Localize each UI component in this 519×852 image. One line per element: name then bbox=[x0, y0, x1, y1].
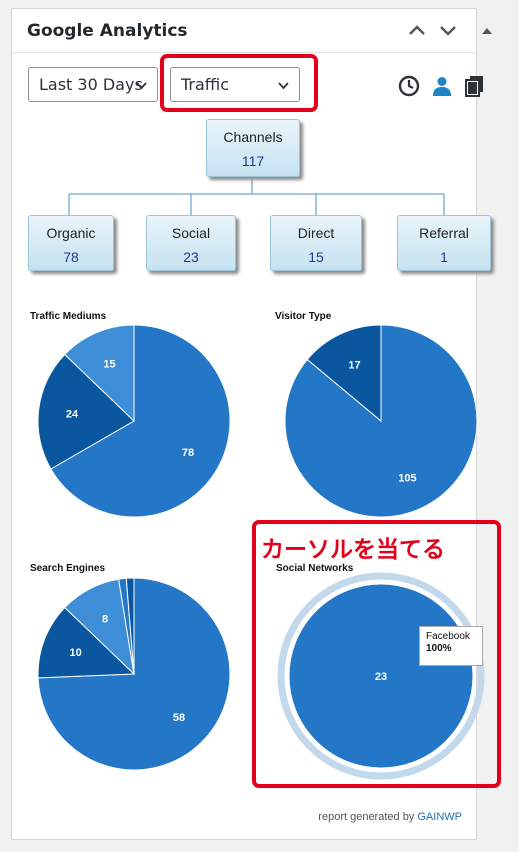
pie-data-label: 78 bbox=[182, 447, 194, 459]
footer-prefix: report generated by bbox=[318, 811, 418, 823]
pie-data-label: 105 bbox=[398, 473, 416, 485]
chart-title-search-engines: Search Engines bbox=[30, 563, 106, 574]
channel-node-direct[interactable]: Direct 15 bbox=[270, 215, 362, 271]
pie-chart-traffic-mediums[interactable]: 78 24 15 bbox=[34, 321, 234, 521]
channel-node-referral[interactable]: Referral 1 bbox=[397, 215, 491, 271]
triangle-up-icon[interactable] bbox=[476, 19, 498, 41]
pie-data-label: 24 bbox=[66, 408, 79, 420]
channel-node-label: Referral bbox=[419, 225, 469, 241]
report-footer: report generated by GAINWP bbox=[318, 811, 462, 823]
channel-node-label: Channels bbox=[223, 129, 283, 145]
pie-data-label: 17 bbox=[348, 359, 360, 371]
pie-chart-visitor-type[interactable]: 105 17 bbox=[281, 321, 481, 521]
channel-node-value: 1 bbox=[440, 249, 448, 265]
pie-data-label: 10 bbox=[70, 647, 82, 659]
channel-node-label: Direct bbox=[297, 225, 335, 241]
channel-node-value: 117 bbox=[241, 153, 265, 169]
pie-data-label: 58 bbox=[173, 712, 185, 724]
channel-node-social[interactable]: Social 23 bbox=[146, 215, 236, 271]
channel-node-value: 23 bbox=[183, 249, 199, 265]
pie-chart-search-engines[interactable]: 58 10 8 bbox=[34, 574, 234, 774]
highlight-social-networks bbox=[252, 520, 501, 788]
channel-node-value: 78 bbox=[63, 249, 79, 265]
pie-data-label: 15 bbox=[103, 359, 115, 371]
pie-data-label: 8 bbox=[102, 614, 108, 626]
footer-brand-link[interactable]: GAINWP bbox=[417, 811, 462, 823]
channel-node-label: Organic bbox=[46, 225, 96, 241]
channel-node-root[interactable]: Channels 117 bbox=[206, 119, 300, 177]
channel-node-value: 15 bbox=[308, 249, 324, 265]
channel-node-organic[interactable]: Organic 78 bbox=[28, 215, 114, 271]
channel-node-label: Social bbox=[171, 225, 211, 241]
